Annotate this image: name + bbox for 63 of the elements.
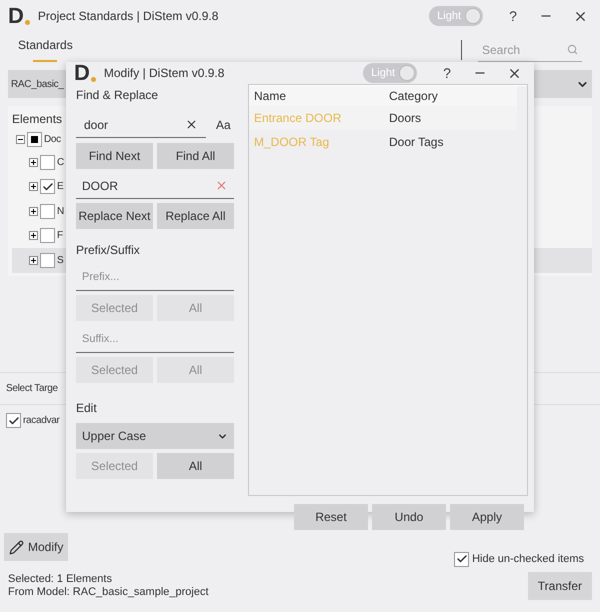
- tree-item[interactable]: S: [57, 252, 64, 268]
- apply-all-button[interactable]: All: [157, 453, 234, 479]
- expand-icon[interactable]: [29, 206, 38, 216]
- status-text: From Model: RAC_basic_sample_project: [8, 586, 210, 599]
- pencil-icon: [9, 540, 24, 554]
- column-header: Category: [389, 88, 438, 105]
- action-button[interactable]: Apply: [450, 504, 524, 530]
- transfer-button[interactable]: Transfer: [528, 572, 592, 600]
- checkbox[interactable]: [454, 552, 470, 566]
- table-cell-text: M_DOOR Tag: [254, 134, 330, 151]
- target-label: racadvar: [23, 414, 60, 428]
- tab[interactable]: Standards: [14, 36, 77, 66]
- checkbox[interactable]: [40, 204, 55, 219]
- table-cell-text: Doors: [389, 110, 422, 127]
- tree-item[interactable]: N: [57, 204, 64, 219]
- section-title: Prefix/Suffix: [76, 242, 140, 259]
- checkbox-label: Hide un-checked items: [472, 552, 584, 567]
- modify-button[interactable]: Modify: [4, 533, 68, 561]
- text-field[interactable]: Prefix...: [76, 263, 234, 291]
- collapse-icon[interactable]: [16, 134, 25, 144]
- section-title: Edit: [76, 400, 97, 417]
- replace-field[interactable]: DOOR: [76, 173, 234, 199]
- find-field[interactable]: door: [76, 112, 206, 138]
- expand-icon[interactable]: [29, 158, 38, 167]
- dialog-title: Modify | DiStem v0.9.8: [104, 65, 224, 82]
- table-cell-text: Door Tags: [389, 134, 444, 151]
- action-button[interactable]: Reset: [294, 504, 368, 530]
- expand-icon[interactable]: [29, 256, 38, 265]
- replace-next-button[interactable]: Replace Next: [76, 203, 153, 229]
- help-button[interactable]: ?: [507, 6, 519, 26]
- match-case-toggle[interactable]: Aa: [216, 116, 231, 134]
- checkbox[interactable]: [40, 179, 55, 194]
- checkbox[interactable]: [27, 132, 42, 146]
- status-text: Selected: 1 Elements: [8, 573, 113, 586]
- expand-icon[interactable]: [29, 182, 38, 192]
- find-next-button[interactable]: Find Next: [76, 143, 153, 169]
- section-title: Find & Replace: [76, 87, 160, 104]
- checkbox[interactable]: [6, 413, 21, 428]
- find-all-button[interactable]: Find All: [157, 143, 234, 169]
- table-row[interactable]: M_DOOR Tag Door Tags: [249, 130, 517, 154]
- action-button[interactable]: Undo: [372, 504, 446, 530]
- panel-title: Elements: [12, 111, 62, 128]
- replace-all-button[interactable]: Replace All: [157, 203, 234, 229]
- app-logo: D: [8, 5, 30, 27]
- window-title: Project Standards | DiStem v0.9.8: [38, 8, 218, 25]
- section-title: Select Targe: [6, 382, 58, 396]
- tree-item[interactable]: C: [57, 154, 64, 170]
- text-field[interactable]: Suffix...: [76, 325, 234, 353]
- tree-item[interactable]: Doc: [44, 132, 61, 146]
- app-logo: D: [74, 62, 96, 84]
- tree-item[interactable]: F: [57, 228, 64, 244]
- table-row[interactable]: Entrance DOOR Doors: [249, 106, 517, 130]
- expand-icon[interactable]: [29, 231, 38, 240]
- checkbox[interactable]: [40, 228, 55, 244]
- checkbox[interactable]: [40, 252, 55, 268]
- case-dropdown[interactable]: Upper Case: [76, 423, 234, 449]
- column-header: Name: [254, 88, 288, 105]
- help-button[interactable]: ?: [441, 62, 453, 84]
- tree-item[interactable]: E: [57, 179, 64, 194]
- clear-icon[interactable]: [185, 118, 198, 131]
- checkbox[interactable]: [40, 154, 55, 170]
- search-icon: [567, 44, 578, 55]
- table-cell-text: Entrance DOOR: [254, 110, 342, 127]
